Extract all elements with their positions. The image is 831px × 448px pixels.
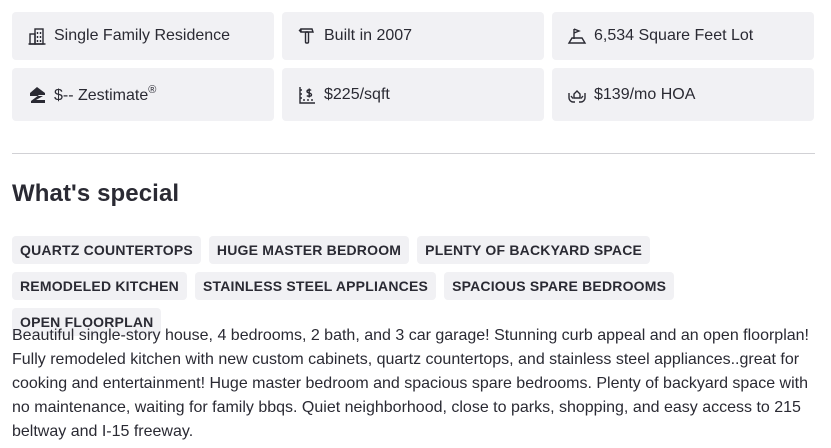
section-divider	[12, 153, 815, 154]
fact-home-type-label: Single Family Residence	[54, 27, 231, 44]
registered-mark: ®	[148, 84, 157, 96]
fact-price-per-sqft: $225/sqft	[282, 68, 544, 121]
whats-special-heading: What's special	[12, 180, 180, 207]
hoa-hands-house-icon	[566, 84, 588, 106]
feature-tag: QUARTZ COUNTERTOPS	[12, 236, 201, 264]
fact-hoa-label: $139/mo HOA	[594, 85, 696, 103]
feature-tag: STAINLESS STEEL APPLIANCES	[194, 272, 437, 300]
feature-tag: PLENTY OF BACKYARD SPACE	[417, 236, 651, 264]
fact-hoa: $139/mo HOA	[552, 68, 814, 121]
hammer-icon	[296, 25, 318, 47]
building-icon	[26, 25, 48, 47]
fact-lot-size-label: 6,534 Square Feet Lot	[594, 27, 754, 44]
feature-tag: REMODELED KITCHEN	[12, 272, 187, 300]
fact-zestimate[interactable]: $-- Zestimate®	[12, 68, 274, 121]
fact-price-per-sqft-label: $225/sqft	[324, 85, 390, 103]
fact-lot-size: 6,534 Square Feet Lot	[552, 12, 814, 60]
fact-year-built: Built in 2007	[282, 12, 544, 60]
fact-home-type: Single Family Residence	[12, 12, 274, 60]
feature-tag: HUGE MASTER BEDROOM	[208, 236, 410, 264]
price-per-sqft-icon	[296, 84, 318, 106]
lot-size-icon	[566, 25, 588, 47]
zestimate-logo-icon	[26, 84, 48, 106]
fact-year-built-label: Built in 2007	[324, 27, 413, 44]
fact-zestimate-label: $-- Zestimate®	[54, 84, 157, 104]
property-description: Beautiful single-story house, 4 bedrooms…	[12, 327, 809, 440]
home-facts-grid: Single Family Residence Built in 2007 6,…	[12, 12, 814, 121]
feature-tag: SPACIOUS SPARE BEDROOMS	[444, 272, 675, 300]
feature-tags: QUARTZ COUNTERTOPS HUGE MASTER BEDROOM P…	[12, 236, 815, 336]
